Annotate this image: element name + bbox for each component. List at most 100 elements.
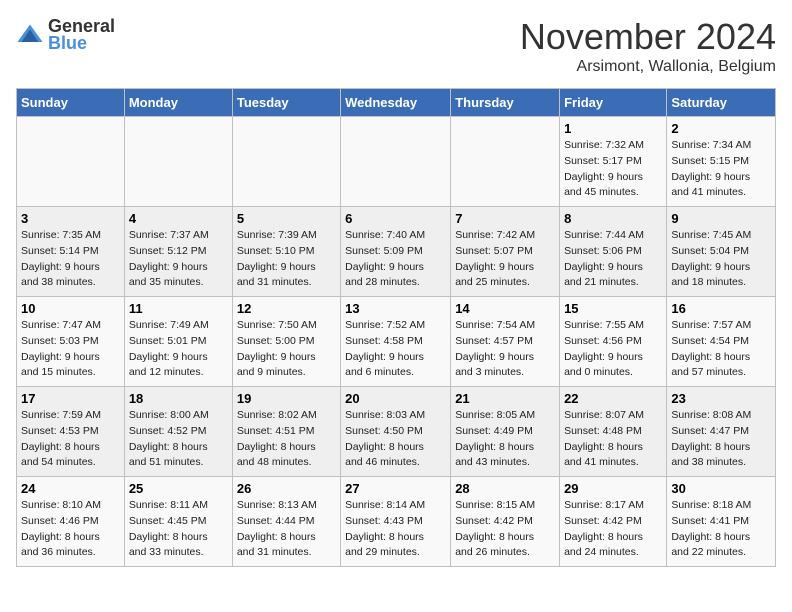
day-number: 2: [671, 121, 771, 136]
day-header-tuesday: Tuesday: [232, 89, 340, 117]
day-cell: [124, 117, 232, 207]
day-cell: 1 Sunrise: 7:32 AM Sunset: 5:17 PM Daylig…: [560, 117, 667, 207]
day-number: 21: [455, 391, 555, 406]
day-number: 10: [21, 301, 120, 316]
day-info: Sunrise: 7:47 AM Sunset: 5:03 PM Dayligh…: [21, 318, 120, 381]
day-number: 29: [564, 481, 662, 496]
day-number: 17: [21, 391, 120, 406]
day-info: Sunrise: 8:17 AM Sunset: 4:42 PM Dayligh…: [564, 498, 662, 561]
day-cell: [17, 117, 125, 207]
day-cell: 29 Sunrise: 8:17 AM Sunset: 4:42 PM Dayli…: [560, 477, 667, 567]
day-number: 13: [345, 301, 446, 316]
header-row: SundayMondayTuesdayWednesdayThursdayFrid…: [17, 89, 776, 117]
day-info: Sunrise: 7:49 AM Sunset: 5:01 PM Dayligh…: [129, 318, 228, 381]
day-number: 22: [564, 391, 662, 406]
day-cell: 20 Sunrise: 8:03 AM Sunset: 4:50 PM Dayli…: [341, 387, 451, 477]
day-cell: 14 Sunrise: 7:54 AM Sunset: 4:57 PM Dayli…: [451, 297, 560, 387]
logo-icon: [16, 21, 44, 49]
day-info: Sunrise: 7:55 AM Sunset: 4:56 PM Dayligh…: [564, 318, 662, 381]
day-cell: 13 Sunrise: 7:52 AM Sunset: 4:58 PM Dayli…: [341, 297, 451, 387]
calendar-table: SundayMondayTuesdayWednesdayThursdayFrid…: [16, 88, 776, 567]
day-info: Sunrise: 7:37 AM Sunset: 5:12 PM Dayligh…: [129, 228, 228, 291]
day-cell: 28 Sunrise: 8:15 AM Sunset: 4:42 PM Dayli…: [451, 477, 560, 567]
day-info: Sunrise: 7:34 AM Sunset: 5:15 PM Dayligh…: [671, 138, 771, 201]
day-number: 14: [455, 301, 555, 316]
day-number: 11: [129, 301, 228, 316]
day-info: Sunrise: 7:40 AM Sunset: 5:09 PM Dayligh…: [345, 228, 446, 291]
day-info: Sunrise: 7:44 AM Sunset: 5:06 PM Dayligh…: [564, 228, 662, 291]
day-info: Sunrise: 7:35 AM Sunset: 5:14 PM Dayligh…: [21, 228, 120, 291]
week-row-1: 1 Sunrise: 7:32 AM Sunset: 5:17 PM Daylig…: [17, 117, 776, 207]
day-cell: [232, 117, 340, 207]
week-row-4: 17Sunrise: 7:59 AM Sunset: 4:53 PM Dayli…: [17, 387, 776, 477]
day-info: Sunrise: 8:08 AM Sunset: 4:47 PM Dayligh…: [671, 408, 771, 471]
day-cell: 19 Sunrise: 8:02 AM Sunset: 4:51 PM Dayli…: [232, 387, 340, 477]
day-cell: 7 Sunrise: 7:42 AM Sunset: 5:07 PM Daylig…: [451, 207, 560, 297]
day-cell: 6 Sunrise: 7:40 AM Sunset: 5:09 PM Daylig…: [341, 207, 451, 297]
day-info: Sunrise: 8:14 AM Sunset: 4:43 PM Dayligh…: [345, 498, 446, 561]
day-number: 1: [564, 121, 662, 136]
day-cell: 18Sunrise: 8:00 AM Sunset: 4:52 PM Dayli…: [124, 387, 232, 477]
day-number: 15: [564, 301, 662, 316]
day-cell: 16 Sunrise: 7:57 AM Sunset: 4:54 PM Dayli…: [667, 297, 776, 387]
day-header-monday: Monday: [124, 89, 232, 117]
day-info: Sunrise: 8:03 AM Sunset: 4:50 PM Dayligh…: [345, 408, 446, 471]
day-number: 7: [455, 211, 555, 226]
week-row-5: 24Sunrise: 8:10 AM Sunset: 4:46 PM Dayli…: [17, 477, 776, 567]
day-number: 12: [237, 301, 336, 316]
day-cell: 4 Sunrise: 7:37 AM Sunset: 5:12 PM Daylig…: [124, 207, 232, 297]
day-number: 25: [129, 481, 228, 496]
day-number: 23: [671, 391, 771, 406]
week-row-3: 10 Sunrise: 7:47 AM Sunset: 5:03 PM Dayli…: [17, 297, 776, 387]
logo-text: General Blue: [48, 16, 115, 54]
day-info: Sunrise: 7:57 AM Sunset: 4:54 PM Dayligh…: [671, 318, 771, 381]
day-info: Sunrise: 7:54 AM Sunset: 4:57 PM Dayligh…: [455, 318, 555, 381]
day-cell: 5Sunrise: 7:39 AM Sunset: 5:10 PM Daylig…: [232, 207, 340, 297]
day-info: Sunrise: 8:11 AM Sunset: 4:45 PM Dayligh…: [129, 498, 228, 561]
day-cell: 26 Sunrise: 8:13 AM Sunset: 4:44 PM Dayli…: [232, 477, 340, 567]
title-area: November 2024 Arsimont, Wallonia, Belgiu…: [520, 16, 776, 76]
day-number: 28: [455, 481, 555, 496]
day-info: Sunrise: 7:52 AM Sunset: 4:58 PM Dayligh…: [345, 318, 446, 381]
day-cell: 9Sunrise: 7:45 AM Sunset: 5:04 PM Daylig…: [667, 207, 776, 297]
day-header-wednesday: Wednesday: [341, 89, 451, 117]
day-info: Sunrise: 8:13 AM Sunset: 4:44 PM Dayligh…: [237, 498, 336, 561]
day-info: Sunrise: 7:42 AM Sunset: 5:07 PM Dayligh…: [455, 228, 555, 291]
day-number: 3: [21, 211, 120, 226]
day-info: Sunrise: 7:32 AM Sunset: 5:17 PM Dayligh…: [564, 138, 662, 201]
day-cell: 23 Sunrise: 8:08 AM Sunset: 4:47 PM Dayli…: [667, 387, 776, 477]
day-header-thursday: Thursday: [451, 89, 560, 117]
day-info: Sunrise: 8:02 AM Sunset: 4:51 PM Dayligh…: [237, 408, 336, 471]
day-info: Sunrise: 8:18 AM Sunset: 4:41 PM Dayligh…: [671, 498, 771, 561]
day-header-friday: Friday: [560, 89, 667, 117]
day-number: 6: [345, 211, 446, 226]
day-cell: 30Sunrise: 8:18 AM Sunset: 4:41 PM Dayli…: [667, 477, 776, 567]
month-title: November 2024: [520, 16, 776, 58]
day-cell: 12Sunrise: 7:50 AM Sunset: 5:00 PM Dayli…: [232, 297, 340, 387]
day-number: 27: [345, 481, 446, 496]
day-number: 26: [237, 481, 336, 496]
day-cell: 27 Sunrise: 8:14 AM Sunset: 4:43 PM Dayli…: [341, 477, 451, 567]
day-header-sunday: Sunday: [17, 89, 125, 117]
day-number: 9: [671, 211, 771, 226]
day-info: Sunrise: 8:00 AM Sunset: 4:52 PM Dayligh…: [129, 408, 228, 471]
day-number: 4: [129, 211, 228, 226]
day-cell: 24Sunrise: 8:10 AM Sunset: 4:46 PM Dayli…: [17, 477, 125, 567]
day-info: Sunrise: 8:07 AM Sunset: 4:48 PM Dayligh…: [564, 408, 662, 471]
day-cell: 10 Sunrise: 7:47 AM Sunset: 5:03 PM Dayli…: [17, 297, 125, 387]
day-number: 20: [345, 391, 446, 406]
day-number: 24: [21, 481, 120, 496]
header: General Blue November 2024 Arsimont, Wal…: [16, 16, 776, 76]
day-header-saturday: Saturday: [667, 89, 776, 117]
location-subtitle: Arsimont, Wallonia, Belgium: [520, 58, 776, 76]
day-cell: 21 Sunrise: 8:05 AM Sunset: 4:49 PM Dayli…: [451, 387, 560, 477]
day-cell: 22 Sunrise: 8:07 AM Sunset: 4:48 PM Dayli…: [560, 387, 667, 477]
day-number: 5: [237, 211, 336, 226]
day-cell: 3 Sunrise: 7:35 AM Sunset: 5:14 PM Daylig…: [17, 207, 125, 297]
day-cell: [451, 117, 560, 207]
day-info: Sunrise: 8:05 AM Sunset: 4:49 PM Dayligh…: [455, 408, 555, 471]
day-cell: 2 Sunrise: 7:34 AM Sunset: 5:15 PM Daylig…: [667, 117, 776, 207]
day-info: Sunrise: 8:15 AM Sunset: 4:42 PM Dayligh…: [455, 498, 555, 561]
day-number: 16: [671, 301, 771, 316]
day-number: 19: [237, 391, 336, 406]
